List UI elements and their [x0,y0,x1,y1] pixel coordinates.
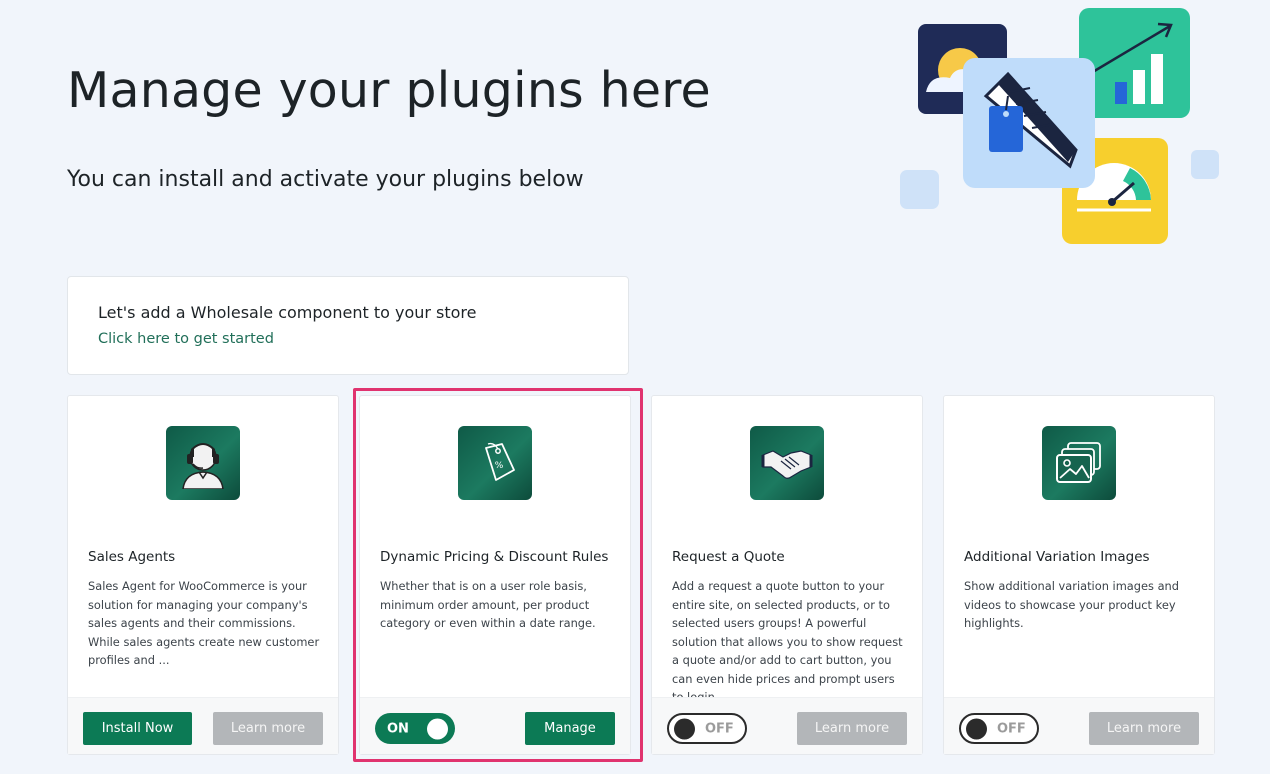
card-footer: ON Manage [360,697,630,754]
get-started-link[interactable]: Click here to get started [98,331,274,347]
learn-more-button[interactable]: Learn more [1089,712,1199,745]
plugin-description: Show additional variation images and vid… [964,579,1179,630]
card-footer: OFF Learn more [652,697,922,754]
toggle-label: OFF [705,721,734,736]
plugin-activation-toggle[interactable]: ON [375,713,455,744]
plugin-description: Add a request a quote button to your ent… [672,579,903,704]
growth-chart-tile [1079,8,1190,118]
toggle-label: ON [387,721,409,736]
plugin-title: Sales Agents [88,549,176,565]
plugin-title: Additional Variation Images [964,549,1150,565]
page-title: Manage your plugins here [67,62,711,119]
hero-illustration [900,8,1219,244]
toggle-label: OFF [997,721,1026,736]
svg-text:%: % [495,461,504,471]
plugin-card-dynamic-pricing: % Dynamic Pricing & Discount Rules Wheth… [359,395,631,755]
install-now-button[interactable]: Install Now [83,712,192,745]
headset-agent-icon [166,426,240,500]
cta-title: Let's add a Wholesale component to your … [98,303,477,322]
price-tag-icon: % [458,426,532,500]
learn-more-button[interactable]: Learn more [797,712,907,745]
plugin-card-sales-agents: Sales Agents Sales Agent for WooCommerce… [67,395,339,755]
learn-more-button[interactable]: Learn more [213,712,323,745]
sneaker-tile [963,58,1095,188]
wholesale-cta-card: Let's add a Wholesale component to your … [67,276,629,375]
plugin-title: Dynamic Pricing & Discount Rules [380,549,609,565]
toggle-knob [966,718,987,739]
toggle-knob [427,718,448,739]
handshake-icon [750,426,824,500]
card-footer: Install Now Learn more [68,697,338,754]
plugin-description: Sales Agent for WooCommerce is your solu… [88,579,320,667]
image-gallery-icon [1042,426,1116,500]
plugin-card-variation-images: Additional Variation Images Show additio… [943,395,1215,755]
plugin-title: Request a Quote [672,549,785,565]
toggle-knob [674,718,695,739]
plugin-activation-toggle[interactable]: OFF [959,713,1039,744]
plugin-description: Whether that is on a user role basis, mi… [380,579,596,630]
plugin-card-request-quote: Request a Quote Add a request a quote bu… [651,395,923,755]
manage-button[interactable]: Manage [525,712,615,745]
page-subtitle: You can install and activate your plugin… [67,167,584,192]
card-footer: OFF Learn more [944,697,1214,754]
plugin-activation-toggle[interactable]: OFF [667,713,747,744]
